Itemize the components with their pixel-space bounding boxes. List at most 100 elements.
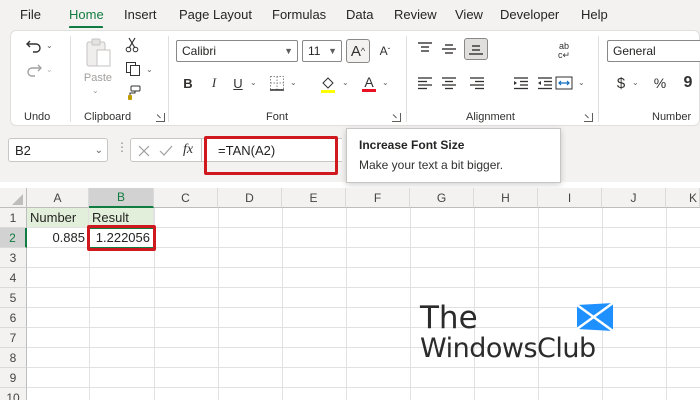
row-header-1[interactable]: 1	[0, 208, 27, 228]
cut-icon[interactable]	[124, 36, 140, 54]
formula-bar-buttons: fx	[130, 138, 202, 162]
paste-dropdown-chevron-icon[interactable]: ⌄	[92, 86, 99, 95]
format-painter-icon[interactable]	[124, 84, 142, 102]
borders-dropdown-chevron-icon[interactable]: ⌄	[290, 78, 297, 87]
bold-button[interactable]: B	[180, 74, 196, 92]
row-header-10[interactable]: 10	[0, 388, 27, 400]
name-box[interactable]: B2 ⌄	[8, 138, 108, 162]
menu-home[interactable]: Home	[69, 7, 104, 22]
currency-icon[interactable]: $	[614, 74, 628, 92]
menu-developer[interactable]: Developer	[500, 7, 559, 22]
cell-b2[interactable]: 1.222056	[89, 228, 154, 248]
row-header-5[interactable]: 5	[0, 288, 27, 308]
cell-a2[interactable]: 0.885	[27, 228, 89, 248]
menu-bar: File Home Insert Page Layout Formulas Da…	[0, 0, 700, 29]
watermark-line2: WindowsClub	[420, 333, 596, 364]
row-header-3[interactable]: 3	[0, 248, 27, 268]
alignment-launcher-icon[interactable]	[584, 113, 593, 122]
merge-center-icon[interactable]	[554, 74, 574, 92]
menu-insert[interactable]: Insert	[124, 7, 157, 22]
paste-button[interactable]: Paste	[82, 72, 114, 84]
undo-dropdown-chevron-icon[interactable]: ⌄	[46, 41, 53, 50]
font-color-dropdown-chevron-icon[interactable]: ⌄	[382, 78, 389, 87]
redo-dropdown-chevron-icon[interactable]: ⌄	[46, 65, 53, 74]
column-header-h[interactable]: H	[474, 188, 538, 208]
underline-dropdown-chevron-icon[interactable]: ⌄	[250, 78, 257, 87]
merge-dropdown-chevron-icon[interactable]: ⌄	[578, 78, 585, 87]
italic-button[interactable]: I	[206, 74, 222, 92]
indent-icon[interactable]	[512, 74, 530, 92]
font-size-dropdown[interactable]: 11 ▼	[302, 40, 342, 62]
formula-value: =TAN(A2)	[218, 142, 276, 158]
formula-input[interactable]: =TAN(A2)	[202, 138, 342, 162]
tooltip: Increase Font Size Make your text a bit …	[346, 128, 561, 183]
name-box-value: B2	[15, 142, 31, 158]
row-header-4[interactable]: 4	[0, 268, 27, 288]
comma-style-icon[interactable]: 9	[680, 74, 696, 92]
select-all-button[interactable]	[0, 188, 27, 208]
column-header-e[interactable]: E	[282, 188, 346, 208]
undo-icon[interactable]	[24, 36, 44, 56]
font-size-value: 11	[308, 44, 321, 58]
menu-page-layout[interactable]: Page Layout	[179, 7, 252, 22]
menu-data[interactable]: Data	[346, 7, 373, 22]
insert-function-icon[interactable]: fx	[183, 142, 193, 158]
copy-dropdown-chevron-icon[interactable]: ⌄	[146, 65, 153, 74]
cell-b1[interactable]: Result	[89, 208, 154, 228]
menu-file[interactable]: File	[20, 7, 41, 22]
menu-formulas[interactable]: Formulas	[272, 7, 326, 22]
column-header-a[interactable]: A	[27, 188, 89, 208]
menu-review[interactable]: Review	[394, 7, 437, 22]
borders-icon[interactable]	[268, 74, 286, 92]
align-bottom-icon[interactable]	[464, 38, 488, 60]
column-header-d[interactable]: D	[218, 188, 282, 208]
column-header-i[interactable]: I	[538, 188, 602, 208]
decrease-font-size-button[interactable]: Aˇ	[374, 40, 396, 62]
column-header-f[interactable]: F	[346, 188, 410, 208]
wrap-text-icon[interactable]: ab c↵	[554, 40, 574, 62]
fill-color-icon[interactable]	[318, 74, 338, 94]
align-right-icon[interactable]	[468, 74, 486, 92]
currency-dropdown-chevron-icon[interactable]: ⌄	[632, 78, 639, 87]
column-header-k[interactable]: K	[666, 188, 700, 208]
align-middle-icon[interactable]	[440, 40, 458, 58]
align-left-icon[interactable]	[416, 74, 434, 92]
copy-icon[interactable]	[124, 60, 142, 78]
column-header-g[interactable]: G	[410, 188, 474, 208]
row-header-6[interactable]: 6	[0, 308, 27, 328]
row-header-9[interactable]: 9	[0, 368, 27, 388]
font-launcher-icon[interactable]	[392, 113, 401, 122]
column-header-j[interactable]: J	[602, 188, 666, 208]
row-header-2[interactable]: 2	[0, 228, 27, 248]
row-header-8[interactable]: 8	[0, 348, 27, 368]
align-top-icon[interactable]	[416, 40, 434, 58]
number-format-value: General	[613, 44, 656, 58]
menu-view[interactable]: View	[455, 7, 483, 22]
enter-icon[interactable]	[159, 144, 173, 158]
menu-help[interactable]: Help	[581, 7, 608, 22]
cancel-icon[interactable]	[137, 144, 151, 158]
font-name-dropdown[interactable]: Calibri ▼	[176, 40, 298, 62]
chevron-down-icon: ⌄	[94, 145, 103, 156]
windows-logo-icon	[576, 302, 614, 332]
tooltip-body: Make your text a bit bigger.	[359, 158, 504, 172]
number-format-dropdown[interactable]: General	[607, 40, 700, 62]
chevron-down-icon: ▼	[328, 46, 337, 56]
align-center-icon[interactable]	[440, 74, 458, 92]
increase-font-size-button[interactable]: A ^	[346, 39, 370, 63]
column-header-c[interactable]: C	[154, 188, 218, 208]
percent-icon[interactable]: %	[652, 74, 668, 92]
group-label-font: Font	[266, 111, 289, 123]
formula-bar-splitter-icon[interactable]: ⋮	[116, 140, 128, 154]
row-header-7[interactable]: 7	[0, 328, 27, 348]
outdent-icon[interactable]	[536, 74, 554, 92]
font-color-icon[interactable]: A	[360, 73, 378, 93]
underline-button[interactable]: U	[230, 74, 246, 92]
fill-color-dropdown-chevron-icon[interactable]: ⌄	[342, 78, 349, 87]
column-header-b[interactable]: B	[89, 188, 154, 208]
watermark-logo: The WindowsClub	[420, 300, 630, 370]
paste-icon[interactable]	[82, 36, 114, 70]
cell-a1[interactable]: Number	[27, 208, 89, 228]
redo-icon[interactable]	[24, 60, 44, 80]
clipboard-launcher-icon[interactable]	[156, 113, 165, 122]
